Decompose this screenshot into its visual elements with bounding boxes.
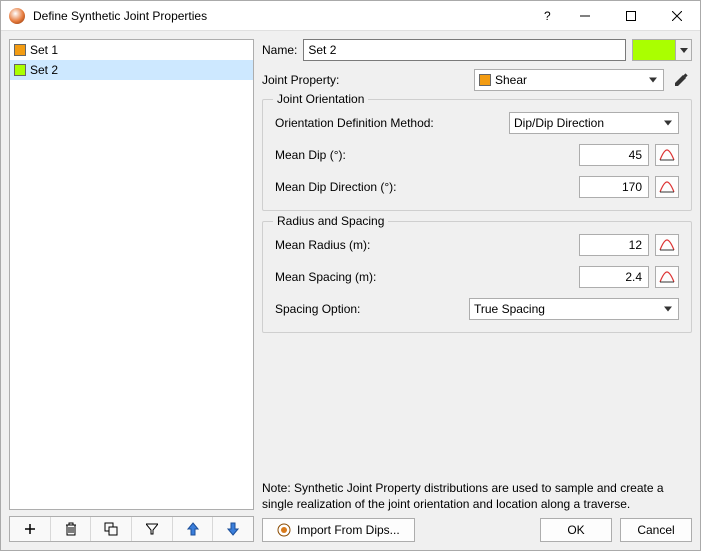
color-swatch-icon [14, 44, 26, 56]
joint-property-combo[interactable]: Shear [474, 69, 664, 91]
list-item-label: Set 1 [30, 43, 58, 57]
set-list[interactable]: Set 1 Set 2 [9, 39, 254, 510]
filter-icon [146, 523, 158, 535]
group-title: Radius and Spacing [273, 214, 388, 228]
orientation-method-combo[interactable]: Dip/Dip Direction [509, 112, 679, 134]
cancel-label: Cancel [637, 523, 674, 537]
minimize-button[interactable] [562, 1, 608, 31]
distribution-icon [659, 180, 675, 194]
distribution-icon [659, 270, 675, 284]
list-item[interactable]: Set 2 [10, 60, 253, 80]
mean-dip-dir-distribution-button[interactable] [655, 176, 679, 198]
copy-icon [104, 522, 118, 536]
color-picker[interactable] [632, 39, 692, 61]
chevron-down-icon [664, 121, 672, 126]
distribution-icon [659, 238, 675, 252]
svg-text:?: ? [544, 9, 551, 23]
plus-icon [24, 523, 36, 535]
add-button[interactable] [10, 517, 51, 541]
move-up-button[interactable] [173, 517, 214, 541]
color-swatch-icon [479, 74, 491, 86]
import-button[interactable]: Import From Dips... [262, 518, 415, 542]
group-title: Joint Orientation [273, 92, 368, 106]
ok-button[interactable]: OK [540, 518, 612, 542]
left-toolbar [9, 516, 254, 542]
name-label: Name: [262, 43, 297, 57]
arrow-down-icon [227, 522, 239, 536]
mean-dip-input[interactable] [579, 144, 649, 166]
mean-radius-distribution-button[interactable] [655, 234, 679, 256]
mean-dip-dir-label: Mean Dip Direction (°): [275, 180, 579, 194]
import-icon [277, 523, 291, 537]
maximize-button[interactable] [608, 1, 654, 31]
import-label: Import From Dips... [297, 523, 400, 537]
mean-spacing-label: Mean Spacing (m): [275, 270, 579, 284]
help-button[interactable]: ? [532, 1, 562, 31]
mean-dip-label: Mean Dip (°): [275, 148, 579, 162]
arrow-up-icon [187, 522, 199, 536]
spacing-option-combo[interactable]: True Spacing [469, 298, 679, 320]
note-text: Note: Synthetic Joint Property distribut… [262, 480, 692, 512]
titlebar: Define Synthetic Joint Properties ? [1, 1, 700, 31]
filter-button[interactable] [132, 517, 173, 541]
left-pane: Set 1 Set 2 [9, 39, 254, 542]
name-input[interactable] [303, 39, 626, 61]
list-item-label: Set 2 [30, 63, 58, 77]
chevron-down-icon [664, 307, 672, 312]
pencil-icon [674, 73, 688, 87]
joint-property-value: Shear [495, 73, 527, 87]
mean-dip-distribution-button[interactable] [655, 144, 679, 166]
orientation-method-label: Orientation Definition Method: [275, 116, 509, 130]
orientation-group: Joint Orientation Orientation Definition… [262, 99, 692, 211]
mean-radius-label: Mean Radius (m): [275, 238, 579, 252]
joint-property-label: Joint Property: [262, 73, 468, 87]
orientation-method-value: Dip/Dip Direction [514, 116, 604, 130]
move-down-button[interactable] [213, 517, 253, 541]
spacing-option-label: Spacing Option: [275, 302, 469, 316]
mean-radius-input[interactable] [579, 234, 649, 256]
chevron-down-icon [680, 48, 688, 53]
edit-joint-property-button[interactable] [670, 73, 692, 87]
color-swatch-icon [14, 64, 26, 76]
mean-spacing-distribution-button[interactable] [655, 266, 679, 288]
delete-button[interactable] [51, 517, 92, 541]
ok-label: OK [567, 523, 584, 537]
dialog-window: Define Synthetic Joint Properties ? Set … [0, 0, 701, 551]
chevron-down-icon [649, 78, 657, 83]
close-button[interactable] [654, 1, 700, 31]
mean-spacing-input[interactable] [579, 266, 649, 288]
right-pane: Name: Joint Property: Shear Joint Ori [262, 39, 692, 542]
app-icon [9, 8, 25, 24]
list-item[interactable]: Set 1 [10, 40, 253, 60]
spacing-option-value: True Spacing [474, 302, 545, 316]
distribution-icon [659, 148, 675, 162]
trash-icon [65, 522, 77, 536]
cancel-button[interactable]: Cancel [620, 518, 692, 542]
window-title: Define Synthetic Joint Properties [33, 9, 207, 23]
radius-spacing-group: Radius and Spacing Mean Radius (m): Mean… [262, 221, 692, 333]
footer: Import From Dips... OK Cancel [262, 518, 692, 542]
mean-dip-dir-input[interactable] [579, 176, 649, 198]
copy-button[interactable] [91, 517, 132, 541]
